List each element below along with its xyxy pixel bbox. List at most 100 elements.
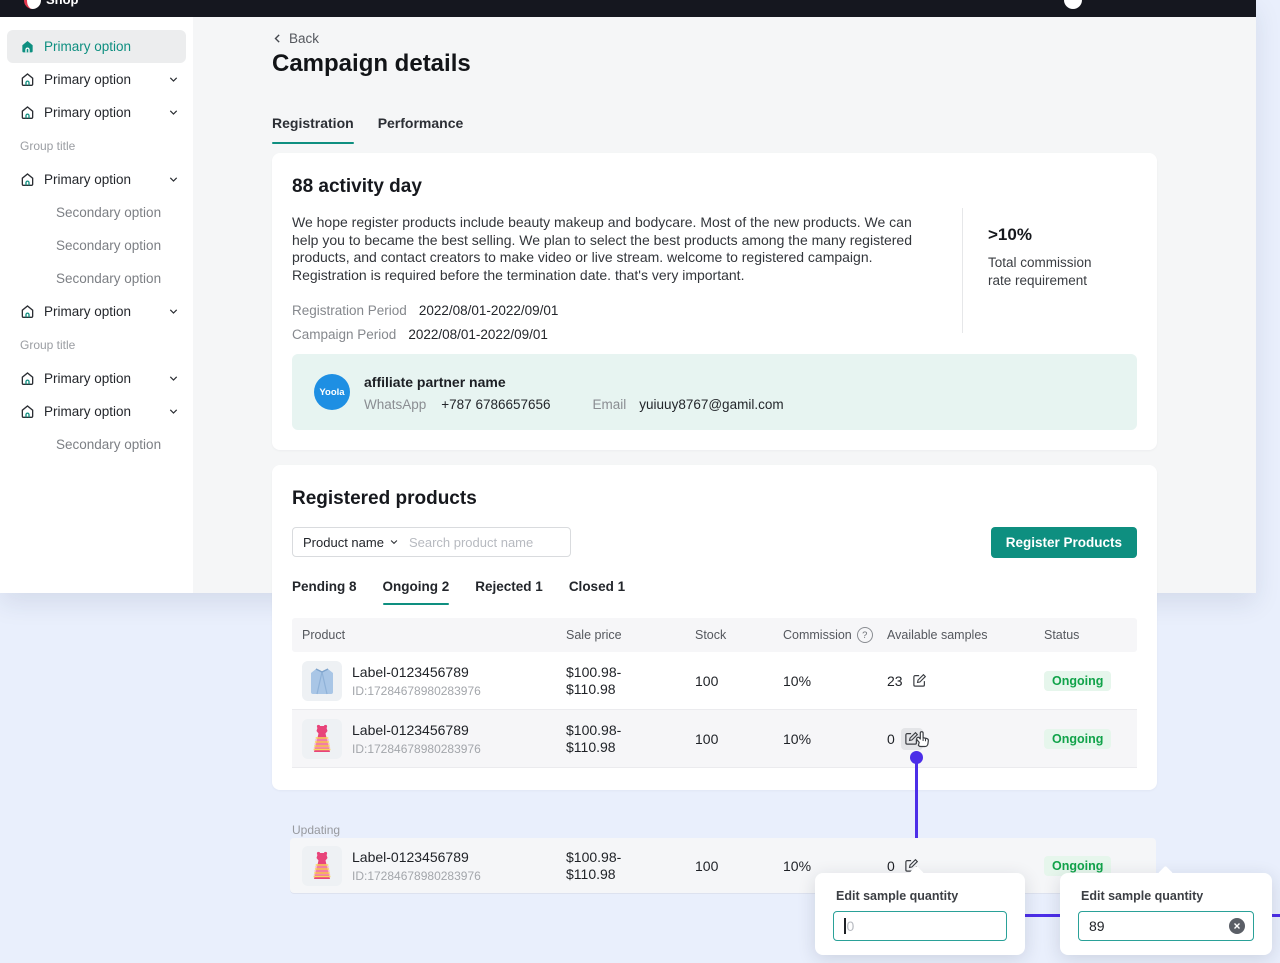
home-icon xyxy=(20,304,35,319)
sale-price-from: $100.98- xyxy=(566,664,695,681)
sample-quantity-input[interactable]: 89 xyxy=(1078,911,1254,941)
sidebar-item-primary-5[interactable]: Primary option xyxy=(0,295,193,328)
sidebar-item-primary-6[interactable]: Primary option xyxy=(0,362,193,395)
campaign-period-value: 2022/08/01-2022/09/01 xyxy=(408,327,548,342)
sidebar-item-secondary-3[interactable]: Secondary option xyxy=(0,262,193,295)
campaign-info-card: 88 activity day We hope register product… xyxy=(272,153,1157,450)
sale-price-to: $110.98 xyxy=(566,681,695,698)
status-badge: Ongoing xyxy=(1044,671,1111,691)
popover-label: Edit sample quantity xyxy=(833,889,1007,903)
sidebar-item-primary-3[interactable]: Primary option xyxy=(0,96,193,129)
email-value: yuiuuy8767@gamil.com xyxy=(639,397,783,412)
sidebar-item-secondary-1[interactable]: Secondary option xyxy=(0,196,193,229)
chevron-down-icon xyxy=(168,306,179,317)
tab-pending[interactable]: Pending 8 xyxy=(292,579,357,605)
search-input[interactable]: Search product name xyxy=(409,535,533,550)
col-available-samples: Available samples xyxy=(887,628,1044,642)
input-value: 89 xyxy=(1089,918,1229,934)
samples-value: 23 xyxy=(887,673,903,689)
sidebar-item-label: Primary option xyxy=(44,371,168,386)
product-image-dress xyxy=(302,846,342,886)
edit-sample-quantity-popover: Edit sample quantity 0 xyxy=(815,873,1025,955)
samples-value: 0 xyxy=(887,858,895,874)
product-image-dress xyxy=(302,719,342,759)
sidebar-item-label: Primary option xyxy=(44,39,172,54)
home-icon xyxy=(20,371,35,386)
sidebar-item-secondary-4[interactable]: Secondary option xyxy=(0,428,193,461)
product-status-tabs: Pending 8 Ongoing 2 Rejected 1 Closed 1 xyxy=(292,579,625,605)
chevron-down-icon xyxy=(168,107,179,118)
registration-period-label: Registration Period xyxy=(292,303,407,318)
avatar[interactable] xyxy=(1064,0,1082,9)
edit-icon[interactable] xyxy=(901,728,923,750)
home-icon xyxy=(20,172,35,187)
samples-value: 0 xyxy=(887,731,895,747)
product-id: ID:17284678980283976 xyxy=(352,869,481,883)
text-caret xyxy=(844,918,846,934)
whatsapp-label: WhatsApp xyxy=(364,397,426,412)
sidebar-item-primary-7[interactable]: Primary option xyxy=(0,395,193,428)
sale-price-to: $110.98 xyxy=(566,866,695,883)
col-status: Status xyxy=(1044,628,1137,642)
campaign-period-row: Campaign Period 2022/08/01-2022/09/01 xyxy=(292,327,548,342)
product-search[interactable]: Product name Search product name xyxy=(292,527,571,557)
popover-label: Edit sample quantity xyxy=(1078,889,1254,903)
edit-sample-quantity-popover: Edit sample quantity 89 xyxy=(1060,873,1272,955)
partner-avatar: Yoola xyxy=(314,374,350,410)
question-icon[interactable]: ? xyxy=(857,627,873,643)
product-name[interactable]: Label-0123456789 xyxy=(352,722,481,738)
stock-value: 100 xyxy=(695,731,783,747)
sidebar-item-label: Primary option xyxy=(44,404,168,419)
search-filter-dropdown[interactable]: Product name xyxy=(303,535,399,550)
sidebar-item-primary-1[interactable]: Primary option xyxy=(7,30,186,63)
chevron-down-icon xyxy=(168,174,179,185)
commission-value: 10% xyxy=(783,673,887,689)
clear-icon[interactable] xyxy=(1229,918,1245,934)
chevron-down-icon xyxy=(168,373,179,384)
chevron-down-icon xyxy=(389,537,399,547)
input-placeholder: 0 xyxy=(847,918,855,934)
sidebar-item-primary-4[interactable]: Primary option xyxy=(0,163,193,196)
status-badge: Ongoing xyxy=(1044,729,1111,749)
whatsapp-value: +787 6786657656 xyxy=(441,397,550,412)
tab-ongoing[interactable]: Ongoing 2 xyxy=(383,579,450,605)
tab-rejected[interactable]: Rejected 1 xyxy=(475,579,543,605)
register-products-button[interactable]: Register Products xyxy=(991,527,1137,558)
col-product: Product xyxy=(302,628,566,642)
sale-price-from: $100.98- xyxy=(566,722,695,739)
home-icon xyxy=(20,39,35,54)
edit-icon[interactable] xyxy=(909,670,931,692)
affiliate-partner-banner: Yoola affiliate partner name WhatsApp +7… xyxy=(292,354,1137,430)
table-row: Label-0123456789 ID:17284678980283976 $1… xyxy=(292,710,1137,768)
stock-value: 100 xyxy=(695,673,783,689)
tab-registration[interactable]: Registration xyxy=(272,115,354,144)
sidebar-group-title: Group title xyxy=(0,129,193,163)
registration-period-row: Registration Period 2022/08/01-2022/09/0… xyxy=(292,303,558,318)
campaign-name: 88 activity day xyxy=(292,176,422,198)
commission-requirement-caption: Total commission rate requirement xyxy=(988,254,1106,289)
stock-value: 100 xyxy=(695,858,783,874)
app-window: Shop Primary option Primary option Prima… xyxy=(0,0,1256,593)
campaign-tabs: Registration Performance xyxy=(272,115,463,144)
sidebar-item-primary-2[interactable]: Primary option xyxy=(0,63,193,96)
tab-performance[interactable]: Performance xyxy=(378,115,464,144)
product-name[interactable]: Label-0123456789 xyxy=(352,664,481,680)
product-id: ID:17284678980283976 xyxy=(352,742,481,756)
col-commission: Commission ? xyxy=(783,627,887,643)
sidebar-item-secondary-2[interactable]: Secondary option xyxy=(0,229,193,262)
annotation-dot xyxy=(910,751,923,764)
product-id: ID:17284678980283976 xyxy=(352,684,481,698)
home-icon xyxy=(20,72,35,87)
product-name[interactable]: Label-0123456789 xyxy=(352,849,481,865)
product-image-jacket xyxy=(302,661,342,701)
updating-product-row: Label-0123456789 ID:17284678980283976 $1… xyxy=(290,838,1156,893)
back-button[interactable]: Back xyxy=(272,31,319,46)
sidebar-item-label: Primary option xyxy=(44,304,168,319)
sidebar-item-label: Primary option xyxy=(44,105,168,120)
tab-closed[interactable]: Closed 1 xyxy=(569,579,625,605)
registration-period-value: 2022/08/01-2022/09/01 xyxy=(419,303,559,318)
sale-price-to: $110.98 xyxy=(566,739,695,756)
vertical-divider xyxy=(962,208,963,333)
sample-quantity-input[interactable]: 0 xyxy=(833,911,1007,941)
updating-label: Updating xyxy=(292,823,340,837)
